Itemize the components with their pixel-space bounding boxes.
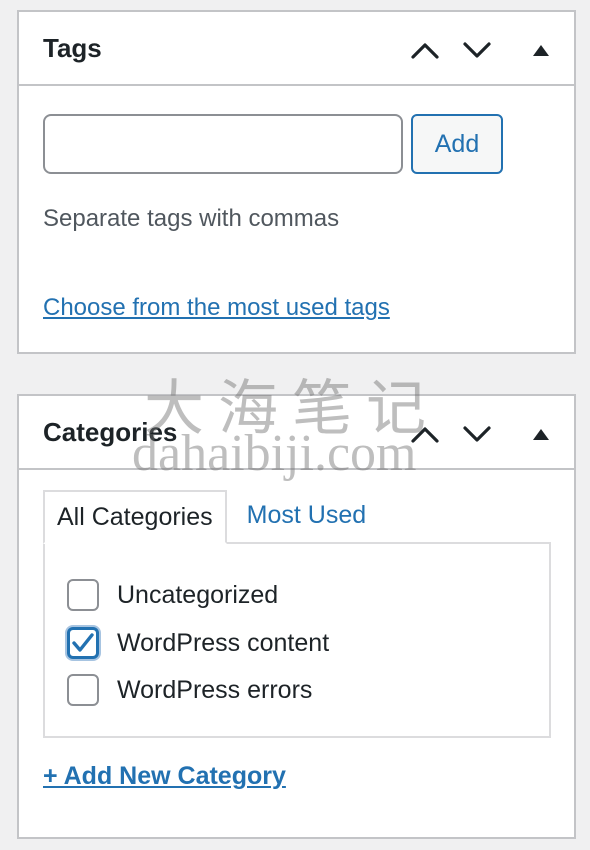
- category-checkbox-uncategorized[interactable]: [67, 579, 99, 611]
- categories-move-up-button[interactable]: [407, 416, 443, 452]
- category-item-uncategorized[interactable]: Uncategorized: [67, 578, 278, 612]
- category-label: WordPress content: [117, 628, 330, 657]
- categories-panel-title: Categories: [43, 417, 178, 447]
- most-used-tags-link[interactable]: Choose from the most used tags: [43, 294, 390, 322]
- category-checkbox-wordpress-content[interactable]: [67, 627, 99, 659]
- category-item-wordpress-content[interactable]: WordPress content: [67, 626, 329, 660]
- chevron-down-icon: [463, 426, 491, 442]
- category-checklist: Uncategorized WordPress content WordPres…: [43, 542, 551, 738]
- chevron-up-icon: [411, 427, 439, 443]
- chevron-down-icon: [463, 42, 491, 58]
- tags-move-up-button[interactable]: [407, 32, 443, 68]
- tab-most-used[interactable]: Most Used: [227, 490, 378, 544]
- category-tabs: All Categories Most Used: [43, 490, 378, 544]
- tab-all-categories[interactable]: All Categories: [43, 490, 227, 544]
- tags-panel-header: Tags: [19, 12, 574, 86]
- category-label: Uncategorized: [117, 580, 279, 609]
- category-checkbox-wordpress-errors[interactable]: [67, 674, 99, 706]
- add-new-category-link[interactable]: + Add New Category: [43, 762, 286, 791]
- category-label: WordPress errors: [117, 675, 313, 704]
- triangle-up-icon: [533, 429, 549, 440]
- tags-panel-title: Tags: [43, 33, 102, 63]
- category-item-wordpress-errors[interactable]: WordPress errors: [67, 673, 312, 707]
- add-tag-button[interactable]: Add: [411, 114, 503, 174]
- categories-panel-header: Categories: [19, 396, 574, 470]
- triangle-up-icon: [533, 45, 549, 56]
- categories-move-down-button[interactable]: [459, 416, 495, 452]
- tags-move-down-button[interactable]: [459, 32, 495, 68]
- tag-input[interactable]: [43, 114, 403, 174]
- tags-hint-text: Separate tags with commas: [43, 205, 340, 232]
- categories-toggle-panel-button[interactable]: [523, 416, 559, 452]
- tags-toggle-panel-button[interactable]: [523, 32, 559, 68]
- chevron-up-icon: [411, 43, 439, 59]
- checkmark-icon: [72, 633, 94, 652]
- categories-panel: Categories All Categories Most Used Unca…: [17, 394, 576, 839]
- tags-panel: Tags Add Separate tags with commas Choos…: [17, 10, 576, 354]
